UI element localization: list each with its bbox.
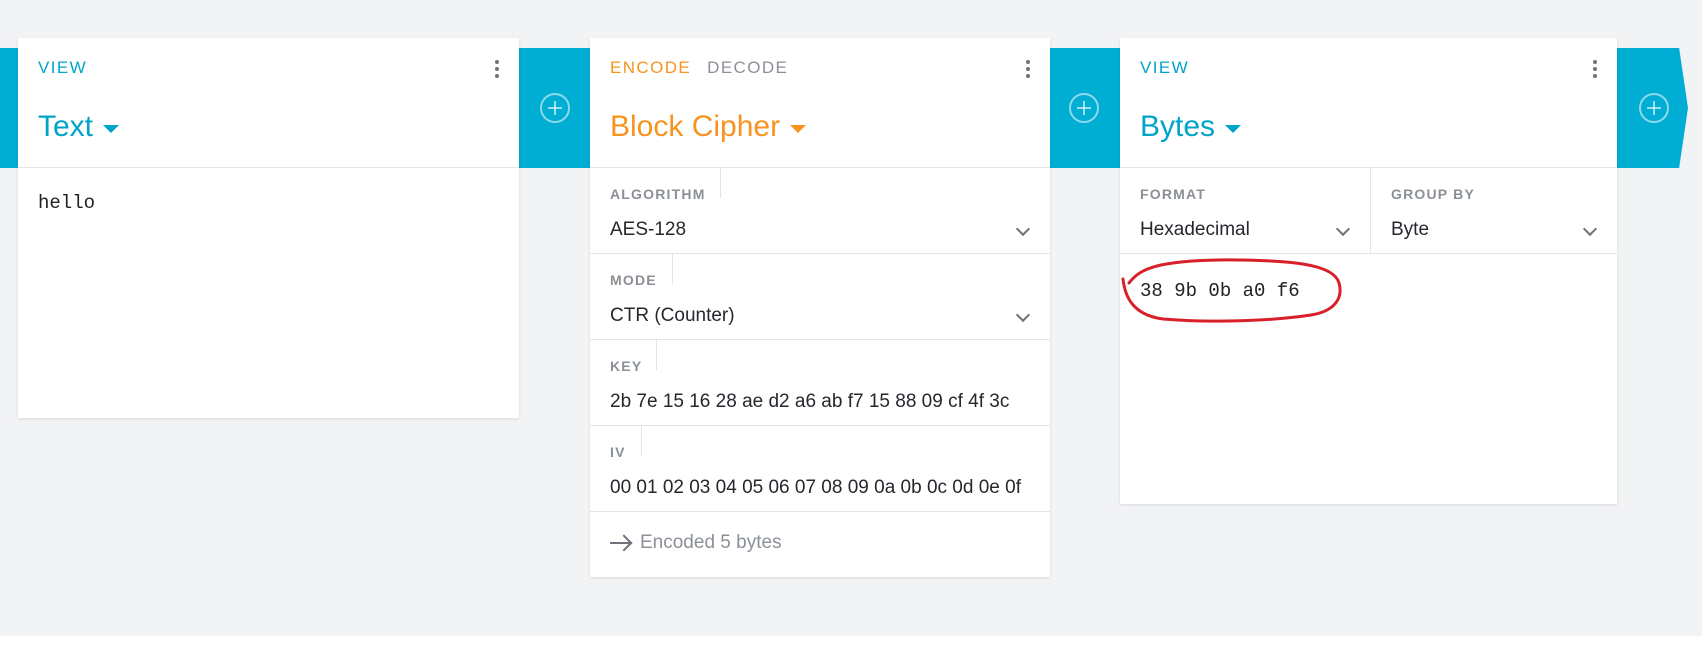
more-vert-icon[interactable] (495, 60, 499, 80)
tab-view[interactable]: VIEW (38, 58, 87, 78)
field-value: Hexadecimal (1140, 219, 1250, 240)
field-value: AES-128 (610, 219, 687, 240)
tab-encode[interactable]: ENCODE (610, 58, 691, 78)
text-content[interactable]: hello (38, 192, 95, 214)
view-type-selector[interactable]: Bytes (1140, 110, 1242, 144)
status-bar: Encoded 5 bytes (590, 512, 1050, 574)
algorithm-select[interactable]: ALGORITHM AES-128 (590, 168, 1050, 254)
arrow-right-icon (610, 542, 630, 544)
dropdown-caret-icon (790, 125, 807, 133)
tab-view[interactable]: VIEW (1140, 58, 1189, 78)
label-divider (720, 168, 721, 198)
group-by-select[interactable]: GROUP BY Byte (1370, 168, 1617, 254)
bytes-content[interactable]: 38 9b 0b a0 f6 (1140, 280, 1300, 302)
label-divider (641, 426, 642, 456)
dropdown-caret-icon (103, 125, 120, 133)
more-vert-icon[interactable] (1593, 60, 1597, 80)
card-title: Bytes (1140, 110, 1216, 143)
mode-select[interactable]: MODE CTR (Counter) (590, 254, 1050, 340)
encoder-type-selector[interactable]: Block Cipher (610, 110, 807, 144)
text-view-card: VIEW Text hello (18, 38, 519, 418)
tab-decode[interactable]: DECODE (707, 58, 788, 78)
card-header: ENCODE DECODE Block Cipher (590, 38, 1050, 168)
format-select[interactable]: FORMAT Hexadecimal (1120, 168, 1370, 254)
dropdown-caret-icon (1225, 125, 1242, 133)
field-value: 2b 7e 15 16 28 ae d2 a6 ab f7 15 88 09 c… (610, 391, 1010, 412)
card-title: Block Cipher (610, 110, 781, 143)
field-label: KEY (610, 358, 643, 374)
add-step-icon[interactable] (540, 93, 570, 123)
view-type-selector[interactable]: Text (38, 110, 120, 144)
status-text: Encoded 5 bytes (640, 532, 782, 553)
field-label: MODE (610, 272, 657, 288)
add-step-icon[interactable] (1639, 93, 1669, 123)
card-header: VIEW Bytes (1120, 38, 1617, 168)
field-label: FORMAT (1140, 186, 1207, 202)
pipeline-canvas: VIEW Text hello ENCODE DECODE Block Ciph… (0, 0, 1702, 636)
add-step-icon[interactable] (1069, 93, 1099, 123)
block-cipher-card: ENCODE DECODE Block Cipher ALGORITHM AES… (590, 38, 1050, 577)
settings-row: FORMAT Hexadecimal GROUP BY Byte (1120, 168, 1617, 254)
field-value: CTR (Counter) (610, 305, 735, 326)
label-divider (672, 254, 673, 284)
bytes-view-card: VIEW Bytes FORMAT Hexadecimal GROUP BY B… (1120, 38, 1617, 504)
field-label: GROUP BY (1391, 186, 1476, 202)
field-value: Byte (1391, 219, 1430, 240)
key-field[interactable]: KEY 2b 7e 15 16 28 ae d2 a6 ab f7 15 88 … (590, 340, 1050, 426)
iv-field[interactable]: IV 00 01 02 03 04 05 06 07 08 09 0a 0b 0… (590, 426, 1050, 512)
field-value: 00 01 02 03 04 05 06 07 08 09 0a 0b 0c 0… (610, 477, 1021, 498)
field-label: IV (610, 444, 626, 460)
card-header: VIEW Text (18, 38, 519, 168)
card-title: Text (38, 110, 94, 143)
more-vert-icon[interactable] (1026, 60, 1030, 80)
label-divider (656, 340, 657, 370)
pipeline-band (0, 48, 20, 168)
field-label: ALGORITHM (610, 186, 706, 202)
